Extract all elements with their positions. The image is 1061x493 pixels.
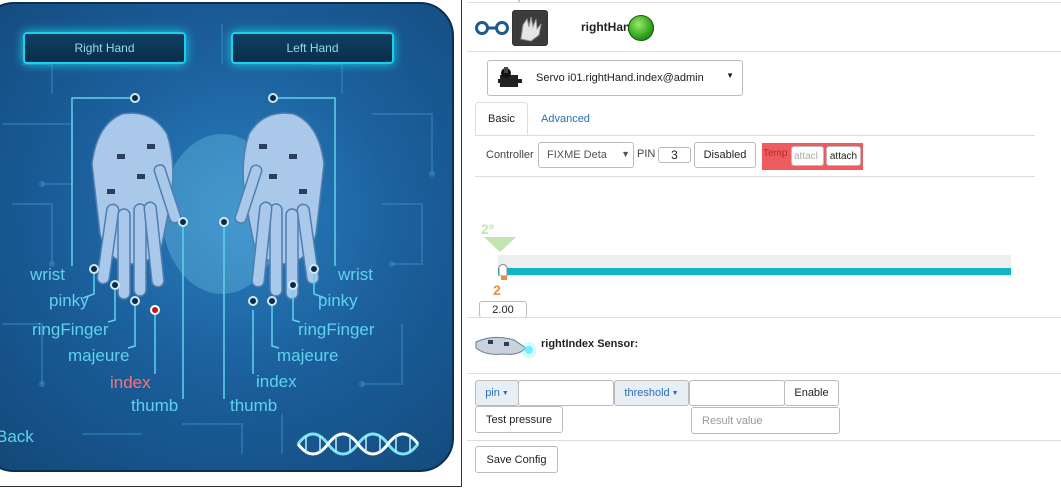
- slider-degree-marker: 2º: [481, 221, 494, 237]
- right-ringfinger-dot[interactable]: [110, 280, 120, 290]
- right-label-wrist[interactable]: wrist: [30, 265, 65, 285]
- right-pinky-dot[interactable]: [89, 264, 99, 274]
- left-bottom-border: [0, 486, 462, 487]
- right-index-dot-selected[interactable]: [150, 305, 160, 315]
- header-divider: [467, 51, 1061, 52]
- finger-sensor-icon: [475, 336, 536, 358]
- controller-label: Controller: [486, 149, 534, 161]
- right-majeure-dot[interactable]: [130, 296, 140, 306]
- servo-select-value: Servo i01.rightHand.index@admin: [536, 72, 704, 84]
- controls-divider: [475, 176, 1035, 177]
- left-majeure-dot[interactable]: [267, 296, 277, 306]
- finger-connector-lines: [71, 93, 336, 399]
- hand-thumbnail-icon[interactable]: [512, 10, 548, 46]
- slider-value-marker: [501, 276, 507, 280]
- right-wrist-dot[interactable]: [130, 93, 140, 103]
- unused: [518, 0, 520, 2]
- caret-down-icon: ▼: [671, 389, 679, 397]
- servo-sensor-divider: [467, 317, 1061, 318]
- hand-panel: Right Hand Left Hand wrist pinky ringFin…: [0, 0, 462, 493]
- pin-label: PIN: [637, 148, 656, 160]
- left-wrist-dot[interactable]: [268, 93, 278, 103]
- controller-select-value: FIXME Deta: [547, 149, 607, 161]
- pin-input[interactable]: 3: [658, 147, 691, 163]
- slider-track[interactable]: [498, 255, 1011, 277]
- slider-handle[interactable]: [498, 262, 508, 277]
- sensor-divider: [467, 373, 1061, 374]
- left-label-ringfinger[interactable]: ringFinger: [298, 320, 375, 340]
- right-label-pinky[interactable]: pinky: [49, 291, 89, 311]
- result-value-placeholder: Result value: [702, 414, 763, 427]
- attach-button[interactable]: attach: [826, 146, 861, 166]
- status-led-icon: [628, 15, 654, 41]
- temp-label: Temp: [763, 148, 788, 159]
- servo-icon: [498, 67, 522, 87]
- dna-icon: [296, 432, 420, 456]
- left-label-wrist[interactable]: wrist: [338, 265, 373, 285]
- right-label-majeure[interactable]: majeure: [68, 346, 129, 366]
- servo-select[interactable]: Servo i01.rightHand.index@admin ▼: [487, 60, 743, 96]
- attach-input[interactable]: attacl: [791, 146, 824, 166]
- slider-value-input[interactable]: 2.00: [479, 301, 527, 318]
- chevron-down-icon: ▼: [621, 149, 630, 159]
- threshold-dropdown-label: threshold: [624, 387, 670, 399]
- right-label-thumb[interactable]: thumb: [131, 396, 178, 416]
- slider-value-input-text: 2.00: [492, 303, 514, 316]
- chevron-down-icon: ▼: [726, 71, 734, 80]
- threshold-dropdown[interactable]: threshold ▼: [614, 380, 689, 406]
- enable-button[interactable]: Enable: [784, 380, 839, 406]
- left-index-dot[interactable]: [248, 296, 258, 306]
- slider-pointer-icon: [484, 237, 516, 252]
- left-label-thumb[interactable]: thumb: [230, 396, 277, 416]
- pin-dropdown-label: pin: [485, 387, 500, 399]
- tab-basic[interactable]: Basic: [475, 102, 528, 135]
- caret-down-icon: ▼: [501, 389, 509, 397]
- attach-group: Temp attacl attach: [762, 143, 863, 170]
- pin-input-value: 3: [671, 148, 678, 162]
- left-ringfinger-dot[interactable]: [288, 280, 298, 290]
- hand-board: Right Hand Left Hand wrist pinky ringFin…: [0, 2, 454, 472]
- left-pinky-dot[interactable]: [309, 264, 319, 274]
- tab-bar: Basic Advanced: [475, 102, 1035, 136]
- left-label-index[interactable]: index: [256, 372, 297, 392]
- result-value-input[interactable]: Result value: [691, 407, 840, 434]
- controller-select[interactable]: FIXME Deta ▼: [538, 142, 634, 168]
- right-label-ringfinger[interactable]: ringFinger: [32, 320, 109, 340]
- slider-value-label: 2: [493, 282, 501, 298]
- footer-divider: [467, 440, 1061, 441]
- sensor-pin-input[interactable]: [518, 380, 614, 406]
- servo-panel: rightHand is: Servo i01.rightHand.index@…: [467, 0, 1061, 493]
- right-thumb-dot[interactable]: [178, 217, 188, 227]
- top-border: [467, 2, 1061, 3]
- pin-dropdown[interactable]: pin ▼: [475, 380, 519, 406]
- back-link[interactable]: Back: [0, 427, 34, 447]
- link-icon[interactable]: [474, 19, 510, 37]
- left-label-majeure[interactable]: majeure: [277, 346, 338, 366]
- threshold-input[interactable]: [689, 380, 785, 406]
- right-label-index[interactable]: index: [110, 373, 151, 393]
- test-pressure-button[interactable]: Test pressure: [475, 406, 563, 433]
- save-config-button[interactable]: Save Config: [475, 446, 558, 473]
- tab-advanced[interactable]: Advanced: [529, 102, 602, 135]
- left-thumb-dot[interactable]: [219, 217, 229, 227]
- slider-fill: [498, 268, 1011, 275]
- panel-divider: [461, 0, 462, 487]
- sensor-title: rightIndex Sensor:: [541, 338, 639, 350]
- attach-input-placeholder: attacl: [794, 150, 818, 162]
- disabled-button[interactable]: Disabled: [694, 142, 756, 168]
- left-label-pinky[interactable]: pinky: [318, 291, 358, 311]
